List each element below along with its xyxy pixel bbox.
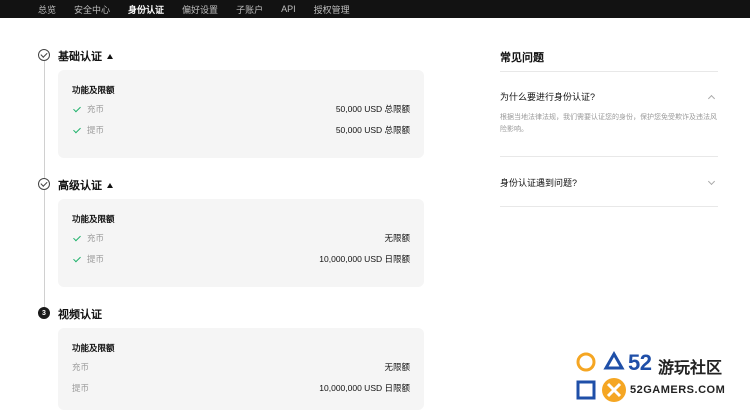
card-heading: 功能及限额 [72, 214, 115, 224]
gamepad-logo-icon [576, 350, 626, 402]
faq-title: 常见问题 [500, 52, 544, 64]
nav-item-sub-accounts[interactable]: 子账户 [236, 3, 263, 16]
level-video-title[interactable]: 视频认证 [58, 306, 102, 322]
level-basic-title[interactable]: 基础认证 [58, 48, 113, 64]
level-advanced-title[interactable]: 高级认证 [58, 177, 113, 193]
nav-item-preferences[interactable]: 偏好设置 [182, 3, 218, 16]
row-value: 50,000 USD 总限额 [335, 104, 410, 114]
row-label: 提币 [87, 254, 105, 264]
faq-question-problems[interactable]: 身份认证遇到问题? [500, 176, 718, 189]
row-value: 无限额 [384, 362, 410, 372]
limit-row: 提币 10,000,000 USD 日限额 [72, 382, 410, 394]
row-value: 无限额 [384, 233, 410, 243]
watermark-name: 游玩社区 [658, 360, 723, 377]
row-label: 提币 [72, 383, 90, 393]
nav-item-api[interactable]: API [281, 4, 296, 14]
step-completed-icon [38, 178, 50, 190]
faq-divider [500, 71, 718, 72]
row-label: 提币 [87, 125, 105, 135]
card-heading: 功能及限额 [72, 85, 115, 95]
check-icon [73, 125, 81, 133]
step-number-badge: 3 [38, 307, 50, 319]
level-title-text: 高级认证 [58, 180, 102, 192]
row-label: 充币 [87, 233, 105, 243]
faq-question-text: 身份认证遇到问题? [500, 178, 578, 188]
step-completed-icon [38, 49, 50, 61]
faq-answer: 根据当地法律法规，我们需要认证您的身份，保护您免受欺诈及违法风险影响。 [500, 114, 717, 133]
row-value: 10,000,000 USD 日限额 [319, 254, 410, 264]
chevron-up-icon [707, 94, 716, 102]
limit-row: 充币 无限额 [72, 361, 410, 373]
limit-row: 充币 无限额 [72, 232, 410, 244]
check-icon [73, 233, 81, 241]
faq-divider [500, 156, 718, 157]
level-title-text: 基础认证 [58, 51, 102, 63]
caret-up-icon [107, 182, 113, 188]
faq-divider [500, 206, 718, 207]
watermark-logo: 52 游玩社区 52GAMERS.COM [574, 350, 744, 406]
caret-up-icon [107, 53, 113, 59]
level-title-text: 视频认证 [58, 309, 102, 321]
level-basic-card: 功能及限额 充币 50,000 USD 总限额 提币 50,000 USD 总限… [58, 70, 424, 158]
faq-question-text: 为什么要进行身份认证? [500, 92, 596, 102]
limit-row: 充币 50,000 USD 总限额 [72, 103, 410, 115]
check-icon [73, 104, 81, 112]
nav-item-overview[interactable]: 总览 [38, 3, 56, 16]
row-value: 10,000,000 USD 日限额 [319, 383, 410, 393]
row-value: 50,000 USD 总限额 [335, 125, 410, 135]
row-label: 充币 [87, 104, 105, 114]
nav-item-security-center[interactable]: 安全中心 [74, 3, 110, 16]
nav-item-identity-verification[interactable]: 身份认证 [128, 3, 164, 16]
faq-question-why-verify[interactable]: 为什么要进行身份认证? [500, 90, 718, 103]
card-heading: 功能及限额 [72, 343, 115, 353]
top-navigation: 总览 安全中心 身份认证 偏好设置 子账户 API 授权管理 [0, 0, 750, 18]
limit-row: 提币 10,000,000 USD 日限额 [72, 253, 410, 265]
watermark-number: 52 [628, 350, 652, 375]
watermark-domain: 52GAMERS.COM [630, 384, 726, 396]
limit-row: 提币 50,000 USD 总限额 [72, 124, 410, 136]
chevron-down-icon [707, 177, 716, 185]
level-video-card: 功能及限额 充币 无限额 提币 10,000,000 USD 日限额 [58, 328, 424, 410]
check-icon [73, 254, 81, 262]
level-advanced-card: 功能及限额 充币 无限额 提币 10,000,000 USD 日限额 [58, 199, 424, 287]
row-label: 充币 [72, 362, 90, 372]
nav-item-authorization[interactable]: 授权管理 [314, 3, 350, 16]
